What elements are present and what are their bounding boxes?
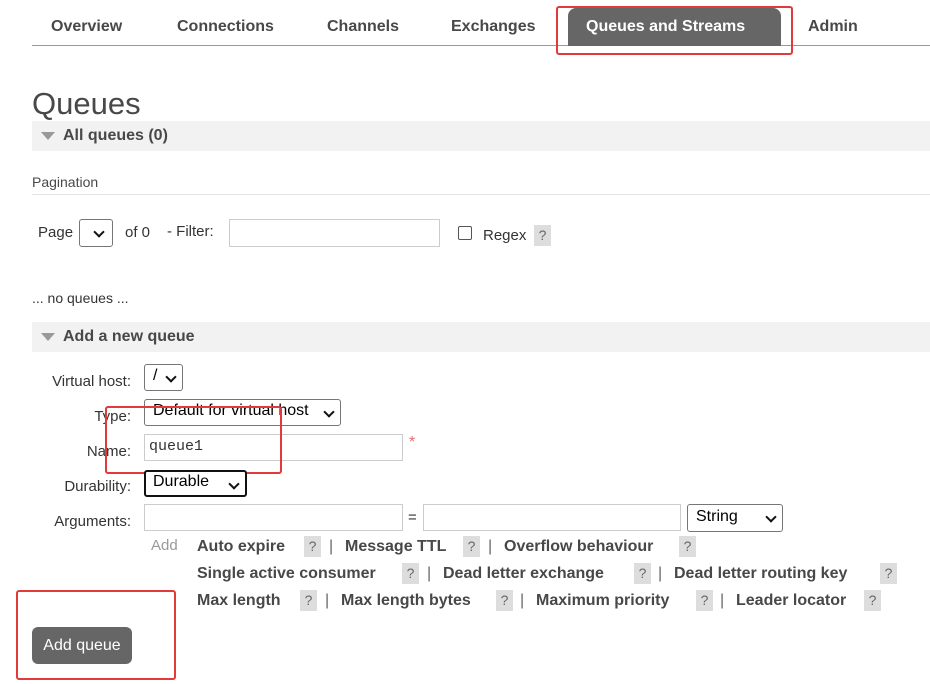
- tab-channels[interactable]: Channels: [327, 8, 399, 46]
- arg-maximum-priority[interactable]: Maximum priority: [536, 592, 669, 610]
- argument-type-value: String: [696, 508, 738, 525]
- chevron-down-icon: [765, 511, 777, 523]
- separator: |: [658, 565, 663, 582]
- add-queue-header-label: Add a new queue: [63, 328, 195, 345]
- help-icon[interactable]: ?: [634, 563, 651, 584]
- help-icon[interactable]: ?: [402, 563, 419, 584]
- page-title: Queues: [32, 86, 141, 121]
- help-icon[interactable]: ?: [679, 536, 696, 557]
- arg-single-active-consumer[interactable]: Single active consumer: [197, 565, 376, 583]
- argument-value-input[interactable]: [423, 504, 681, 531]
- help-icon[interactable]: ?: [304, 536, 321, 557]
- arg-message-ttl[interactable]: Message TTL: [345, 538, 446, 556]
- arg-max-length[interactable]: Max length: [197, 592, 281, 610]
- regex-help-icon[interactable]: ?: [534, 225, 551, 246]
- virtual-host-value: /: [153, 367, 158, 384]
- arg-dead-letter-routing-key[interactable]: Dead letter routing key: [674, 565, 847, 583]
- help-icon[interactable]: ?: [463, 536, 480, 557]
- virtual-host-select[interactable]: /: [144, 364, 183, 391]
- collapse-triangle-icon: [41, 333, 55, 341]
- separator: |: [329, 538, 334, 555]
- separator: |: [520, 592, 525, 609]
- durability-select[interactable]: Durable: [144, 470, 247, 497]
- help-icon[interactable]: ?: [880, 563, 897, 584]
- help-icon[interactable]: ?: [696, 590, 713, 611]
- name-input[interactable]: queue1: [144, 434, 403, 461]
- chevron-down-icon: [228, 478, 240, 490]
- page-label: Page: [38, 224, 74, 241]
- argument-type-select[interactable]: String: [687, 504, 783, 532]
- add-argument-label: Add: [151, 537, 178, 554]
- collapse-triangle-icon: [41, 132, 55, 140]
- filter-label: - Filter:: [167, 223, 214, 240]
- filter-input[interactable]: [229, 219, 440, 247]
- type-label: Type:: [94, 408, 131, 425]
- help-icon[interactable]: ?: [864, 590, 881, 611]
- argument-key-input[interactable]: [144, 504, 403, 531]
- regex-label: Regex: [483, 227, 527, 244]
- tab-overview[interactable]: Overview: [51, 8, 122, 46]
- equals-sign: =: [408, 509, 417, 526]
- arg-dead-letter-exchange[interactable]: Dead letter exchange: [443, 565, 604, 583]
- page-select[interactable]: [79, 219, 113, 247]
- virtual-host-label: Virtual host:: [52, 373, 131, 390]
- required-marker: *: [409, 434, 416, 451]
- regex-checkbox[interactable]: [458, 226, 472, 240]
- arg-overflow-behaviour[interactable]: Overflow behaviour: [504, 538, 653, 556]
- tab-connections[interactable]: Connections: [177, 8, 274, 46]
- chevron-down-icon: [165, 371, 177, 383]
- tab-admin[interactable]: Admin: [808, 8, 858, 46]
- top-nav: Overview Connections Channels Exchanges …: [32, 0, 930, 46]
- all-queues-section-header[interactable]: All queues (0): [32, 121, 930, 151]
- durability-value: Durable: [153, 473, 210, 490]
- chevron-down-icon: [93, 226, 105, 238]
- durability-label: Durability:: [64, 478, 131, 495]
- add-queue-button[interactable]: Add queue: [32, 627, 132, 664]
- separator: |: [720, 592, 725, 609]
- empty-message: ... no queues ...: [32, 290, 129, 306]
- help-icon[interactable]: ?: [300, 590, 317, 611]
- arg-max-length-bytes[interactable]: Max length bytes: [341, 592, 471, 610]
- separator: |: [488, 538, 493, 555]
- tab-queues-and-streams[interactable]: Queues and Streams: [568, 8, 781, 46]
- help-icon[interactable]: ?: [496, 590, 513, 611]
- arg-leader-locator[interactable]: Leader locator: [736, 592, 846, 610]
- tab-exchanges[interactable]: Exchanges: [451, 8, 535, 46]
- page-count: of 0: [125, 224, 151, 241]
- divider: [32, 194, 930, 195]
- arguments-label: Arguments:: [54, 513, 131, 530]
- all-queues-label: All queues (0): [63, 127, 168, 144]
- type-value: Default for virtual host: [153, 402, 309, 419]
- arg-auto-expire[interactable]: Auto expire: [197, 538, 285, 556]
- chevron-down-icon: [323, 406, 335, 418]
- type-select[interactable]: Default for virtual host: [144, 399, 341, 426]
- pagination-label: Pagination: [32, 174, 99, 190]
- add-queue-section-header[interactable]: Add a new queue: [32, 322, 930, 352]
- separator: |: [325, 592, 330, 609]
- separator: |: [427, 565, 432, 582]
- name-label: Name:: [86, 443, 131, 460]
